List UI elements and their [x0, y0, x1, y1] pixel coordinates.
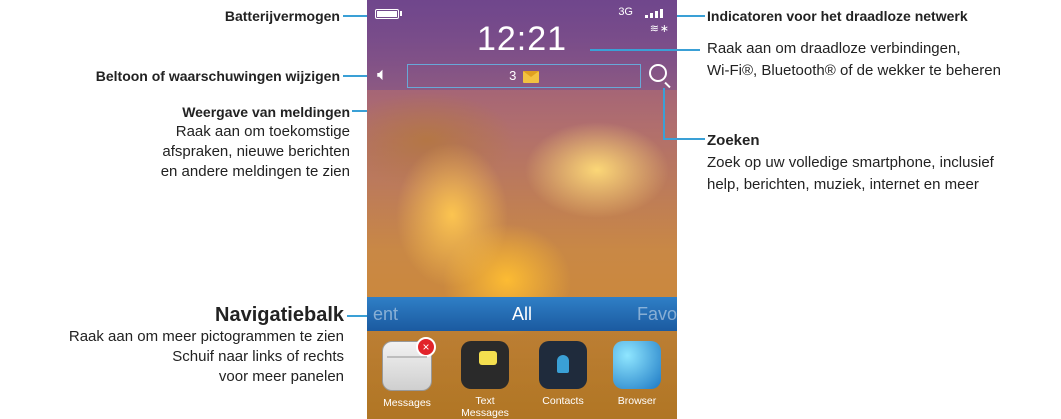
annotation-wireless-line: Wi-Fi®, Bluetooth® of de wekker te beher…	[707, 62, 1001, 79]
envelope-icon: ×	[382, 337, 436, 391]
app-dock: × Messages Text Messages Contacts Browse…	[367, 331, 677, 419]
annotation-search-title: Zoeken	[707, 132, 760, 149]
annotation-nav-title: Navigatiebalk	[215, 304, 344, 326]
clock[interactable]: 12:21	[367, 20, 677, 59]
annotation-wireless-title: Indicatoren voor het draadloze netwerk	[707, 8, 968, 24]
signal-bar	[645, 15, 648, 18]
app-label: Contacts	[542, 395, 584, 407]
battery-icon	[375, 9, 399, 19]
app-label: Browser	[617, 395, 657, 407]
bluetooth-icon[interactable]: ∗	[660, 22, 669, 35]
annotation-search-line: Zoek op uw volledige smartphone, inclusi…	[707, 154, 994, 171]
callout-line-wireless	[677, 15, 705, 17]
annotation-search: Zoeken Zoek op uw volledige smartphone, …	[707, 130, 1061, 196]
network-type: 3G	[618, 6, 633, 18]
signal-bars-icon[interactable]	[645, 8, 669, 18]
callout-line-wireless-manage	[590, 49, 700, 51]
signal-bar	[650, 13, 653, 18]
annotation-nav-line: Raak aan om meer pictogrammen te zien	[68, 328, 344, 345]
speaker-icon[interactable]: 🔈︎	[377, 64, 388, 85]
network-indicator[interactable]: 3G	[618, 6, 633, 18]
nav-tab-all[interactable]: All	[367, 304, 677, 325]
notification-count: 3	[509, 68, 517, 83]
text-message-icon	[461, 341, 509, 389]
app-browser[interactable]: Browser	[603, 341, 671, 407]
annotation-notifications: Weergave van meldingen Raak aan om toeko…	[70, 102, 350, 182]
annotation-nav: Navigatiebalk Raak aan om meer pictogram…	[0, 303, 344, 387]
signal-bar	[660, 9, 663, 18]
mail-icon	[522, 70, 539, 83]
annotation-ringtone: Beltoon of waarschuwingen wijzigen	[20, 66, 340, 86]
callout-line-battery	[343, 15, 370, 17]
annotation-wireless-line: Raak aan om draadloze verbindingen,	[707, 40, 961, 57]
nav-tab-favorites[interactable]: Favo	[637, 304, 677, 325]
callout-line-search	[663, 138, 705, 140]
wifi-icon[interactable]: ≋	[650, 22, 659, 35]
app-contacts[interactable]: Contacts	[529, 341, 597, 407]
app-label: Messages	[383, 397, 431, 409]
annotation-notifications-line: afspraken, nieuwe berichten	[162, 143, 350, 160]
badge-x-icon: ×	[416, 337, 436, 357]
battery-tip	[400, 11, 402, 16]
callout-line-ringtone	[343, 75, 370, 77]
annotation-notifications-line: en andere meldingen te zien	[160, 163, 350, 180]
signal-bar	[655, 11, 658, 18]
contacts-icon	[539, 341, 587, 389]
annotation-nav-line: voor meer panelen	[218, 368, 344, 385]
search-icon[interactable]	[649, 64, 667, 82]
annotation-battery: Batterijvermogen	[120, 6, 340, 26]
annotation-wireless-manage: Raak aan om draadloze verbindingen, Wi-F…	[707, 38, 1061, 82]
callout-line-search-vertical	[663, 88, 665, 140]
annotation-nav-line: Schuif naar links of rechts	[172, 348, 344, 365]
notifications-bar[interactable]: 3	[407, 64, 641, 88]
annotation-wireless: Indicatoren voor het draadloze netwerk	[707, 6, 1061, 26]
app-label: Text Messages	[461, 395, 509, 419]
annotation-search-line: help, berichten, muziek, internet en mee…	[707, 176, 979, 193]
phone-screen: 12:21 3G ≋ ∗ 🔈︎ 3 ent All Favo × Message…	[367, 0, 677, 419]
globe-icon	[613, 341, 661, 389]
annotation-battery-label: Batterijvermogen	[224, 8, 340, 24]
app-messages[interactable]: × Messages	[373, 337, 441, 409]
app-text-messages[interactable]: Text Messages	[451, 341, 519, 419]
annotation-notifications-title: Weergave van meldingen	[182, 104, 350, 120]
annotation-notifications-line: Raak aan om toekomstige	[175, 123, 350, 140]
navigation-bar[interactable]: ent All Favo	[367, 297, 677, 331]
annotation-ringtone-label: Beltoon of waarschuwingen wijzigen	[95, 68, 340, 84]
